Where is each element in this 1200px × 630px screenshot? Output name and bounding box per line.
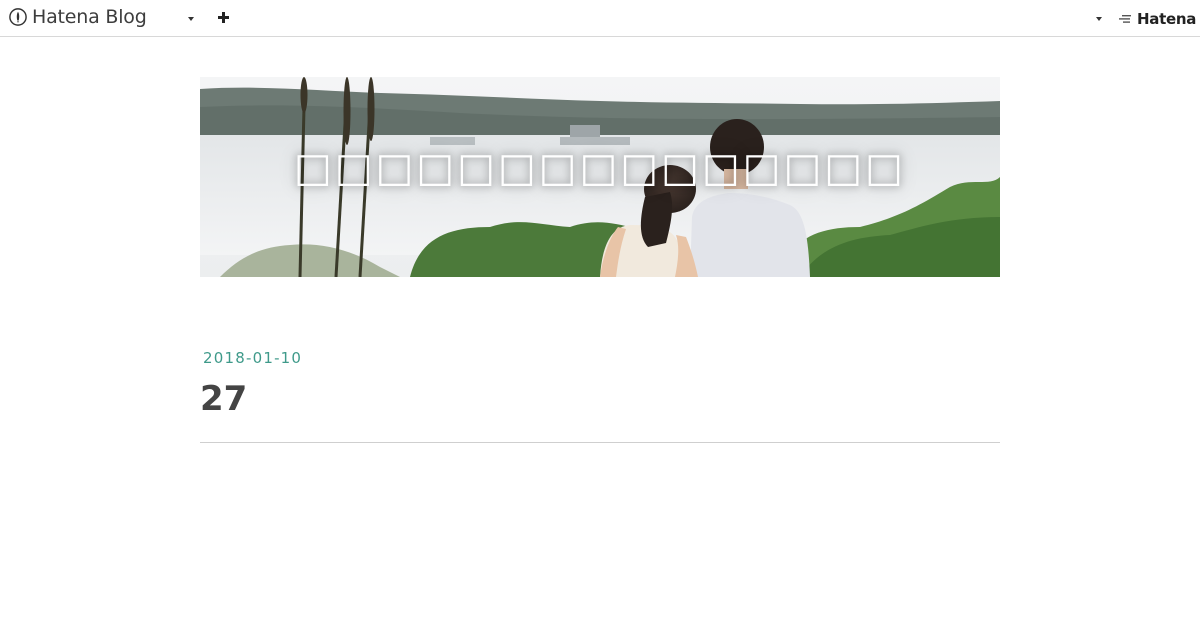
new-post-plus-icon[interactable]: [216, 10, 231, 25]
entry-divider: [200, 442, 1000, 443]
hatena-lines-icon: [1119, 15, 1131, 23]
hatena-brand-text: Hatena: [1137, 10, 1197, 28]
top-navigation-bar: Hatena Blog Hatena: [0, 0, 1200, 37]
hatena-brand-link[interactable]: Hatena: [1118, 10, 1196, 28]
blog-menu-dropdown-icon[interactable]: [188, 17, 194, 21]
entry-title[interactable]: 27: [200, 377, 247, 421]
account-menu-dropdown-icon[interactable]: [1096, 17, 1102, 21]
hatena-blog-pen-icon: [9, 8, 27, 26]
entry-date-link[interactable]: 2018-01-10: [203, 349, 302, 367]
blog-header-banner[interactable]: □□□□□□□□□□□□□□□: [200, 77, 1000, 277]
hatena-blog-logo-link[interactable]: Hatena Blog: [9, 6, 147, 28]
logo-text: Hatena Blog: [32, 6, 147, 28]
blog-title: □□□□□□□□□□□□□□□: [294, 145, 906, 191]
